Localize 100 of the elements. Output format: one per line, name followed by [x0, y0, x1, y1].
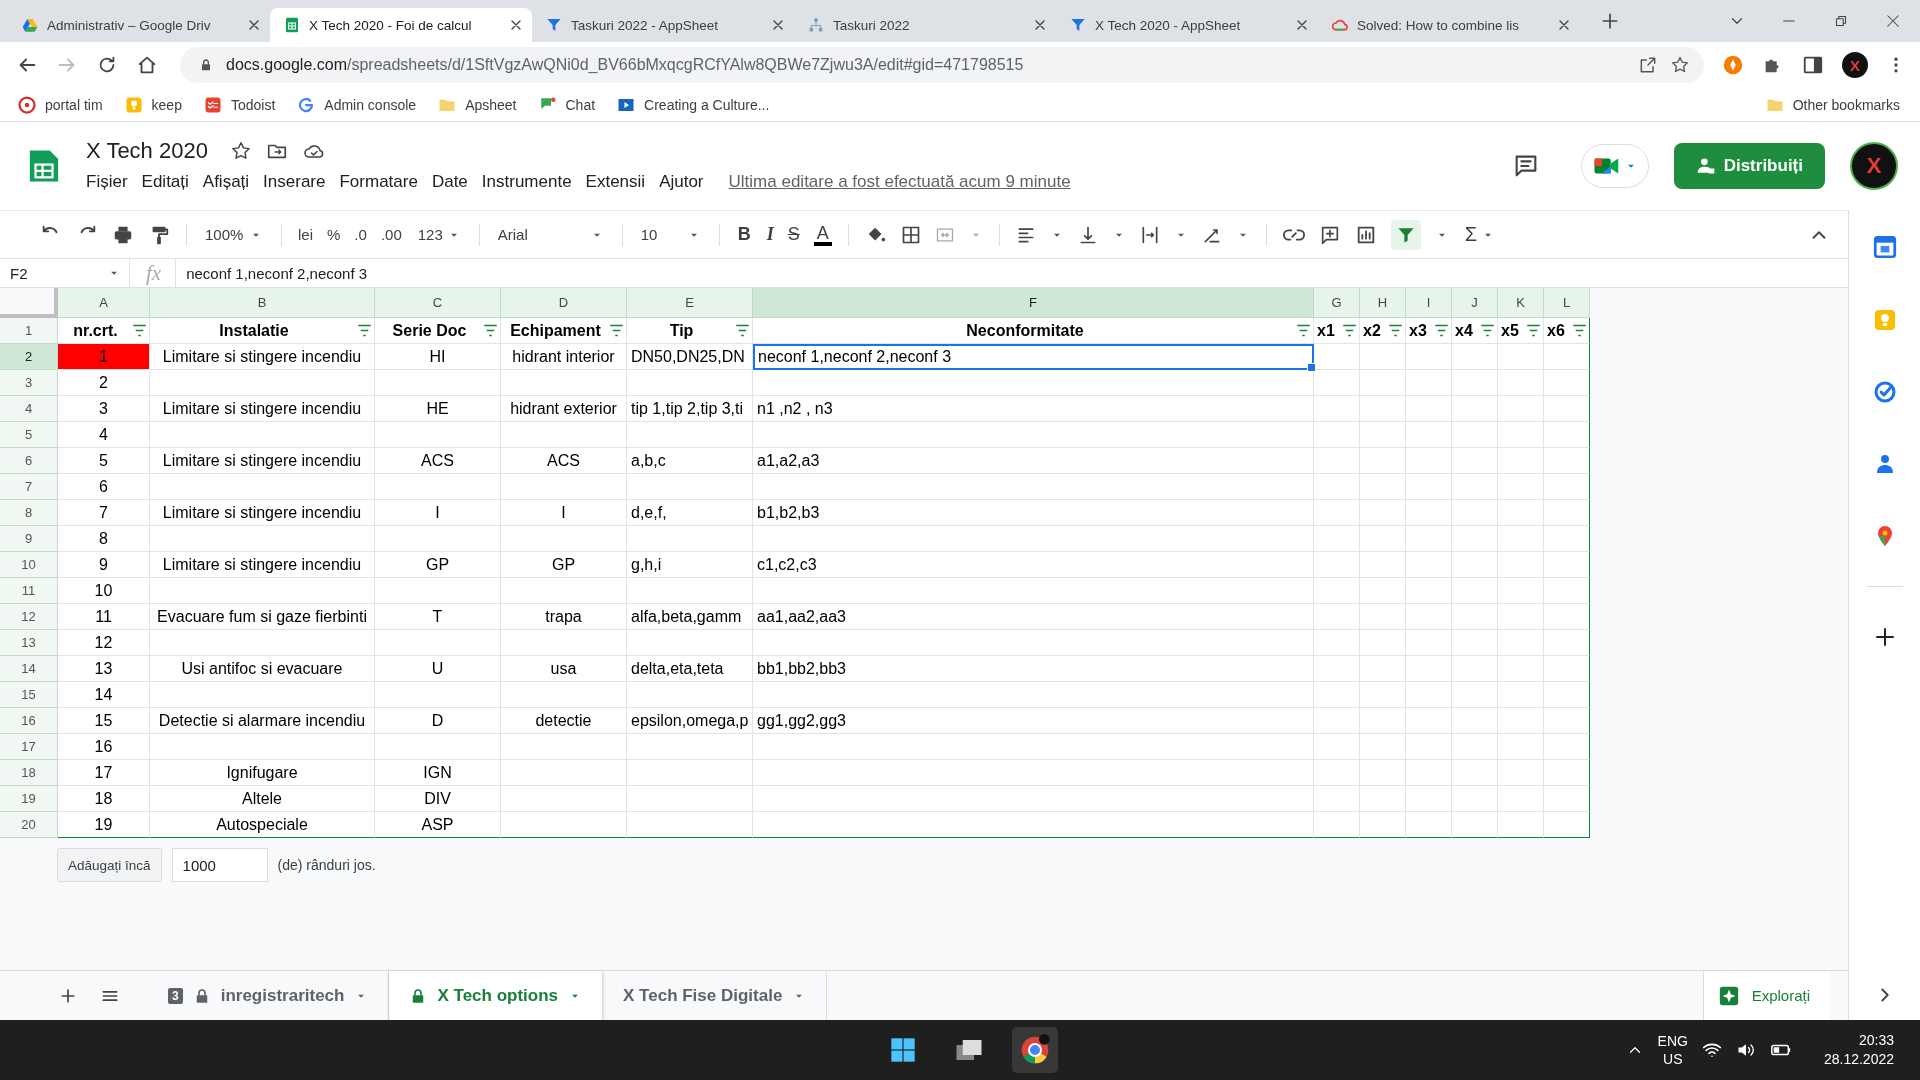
windows-logo-icon[interactable] [889, 1036, 917, 1064]
column-header[interactable]: I [1406, 288, 1452, 318]
menu-item[interactable]: Ajutor [652, 170, 711, 194]
home-icon[interactable] [136, 54, 158, 76]
column-header[interactable]: H [1360, 288, 1406, 318]
menu-item[interactable]: Instrumente [474, 170, 579, 194]
share-icon[interactable] [1638, 55, 1658, 75]
star-icon[interactable] [229, 140, 252, 162]
filter-icon[interactable] [483, 323, 498, 338]
number-format-select[interactable]: 123 [415, 224, 463, 245]
star-icon[interactable] [1670, 55, 1690, 75]
column-header[interactable]: F [753, 288, 1314, 318]
filter-icon[interactable] [609, 323, 624, 338]
filter-icon[interactable] [735, 323, 750, 338]
row-number[interactable]: 10 [0, 552, 58, 578]
row-number[interactable]: 1 [0, 318, 58, 344]
column-header[interactable]: E [627, 288, 753, 318]
share-button[interactable]: Distribuiți [1673, 143, 1825, 189]
browser-tab[interactable]: Taskuri 2022 [794, 8, 1056, 42]
explore-button[interactable]: Explorați [1702, 971, 1830, 1020]
account-avatar[interactable]: X [1850, 142, 1898, 190]
sheet-tab[interactable]: X Tech options [389, 971, 604, 1020]
browser-tab[interactable]: Taskuri 2022 - AppSheet [532, 8, 794, 42]
menu-item[interactable]: Date [424, 170, 475, 194]
filter-icon[interactable] [1480, 323, 1495, 338]
fill-handle[interactable] [1307, 363, 1316, 372]
filter-icon[interactable] [1526, 323, 1541, 338]
last-edit-link[interactable]: Ultima editare a fost efectuată acum 9 minute [728, 172, 1071, 192]
bookmark[interactable]: Admin console [297, 95, 417, 114]
row-number[interactable]: 19 [0, 786, 58, 812]
column-header[interactable]: D [501, 288, 627, 318]
address-bar[interactable]: docs.google.com/spreadsheets/d/1SftVgzAwQNi0d_BV66bMxqcgRCfYAlw8QBWe7Zjwu3A/edit#gid=471798515 [180, 47, 1704, 83]
percent-button[interactable]: % [327, 226, 341, 243]
filter-button[interactable] [1390, 219, 1421, 250]
bookmark[interactable]: Apsheet [438, 95, 517, 114]
row-number[interactable]: 5 [0, 422, 58, 448]
check-circle-icon[interactable] [1872, 380, 1897, 404]
bookmark[interactable]: portal tim [18, 95, 103, 114]
column-header[interactable]: A [58, 288, 150, 318]
browser-tab[interactable]: Administrativ – Google Driv [8, 8, 270, 42]
row-number[interactable]: 2 [0, 344, 58, 370]
menu-item[interactable]: Extensii [578, 170, 653, 194]
borders-icon[interactable] [900, 224, 921, 245]
menu-item[interactable]: Fișier [86, 170, 135, 194]
profile-avatar[interactable]: X [1842, 52, 1868, 78]
row-number[interactable]: 17 [0, 734, 58, 760]
browser-tab[interactable]: X Tech 2020 - AppSheet [1056, 8, 1318, 42]
bookmark[interactable]: Chat [538, 95, 596, 114]
browser-logo-icon[interactable] [1019, 1034, 1051, 1066]
browser-tab[interactable]: X Tech 2020 - Foi de calcul [270, 8, 532, 42]
italic-button[interactable]: I [766, 224, 774, 245]
row-number[interactable]: 8 [0, 500, 58, 526]
column-header[interactable]: J [1452, 288, 1498, 318]
calendar-icon[interactable] [1871, 234, 1898, 260]
column-header[interactable]: L [1544, 288, 1590, 318]
filter-icon[interactable] [1296, 323, 1311, 338]
functions-button[interactable]: Σ [1462, 221, 1498, 248]
close-icon[interactable] [1884, 12, 1902, 30]
selected-cell[interactable]: neconf 1,neconf 2,neconf 3 [753, 344, 1314, 370]
bookmark[interactable]: Todoist [203, 95, 276, 114]
column-header[interactable]: G [1314, 288, 1360, 318]
menu-item[interactable]: Editați [134, 170, 196, 194]
add-rows-button[interactable]: Adăugați încă [57, 848, 162, 882]
menu-item[interactable]: Afișați [195, 170, 257, 194]
row-number[interactable]: 16 [0, 708, 58, 734]
row-number[interactable]: 13 [0, 630, 58, 656]
row-number[interactable]: 12 [0, 604, 58, 630]
row-number[interactable]: 15 [0, 682, 58, 708]
row-number[interactable]: 4 [0, 396, 58, 422]
font-size-select[interactable]: 10 [638, 224, 703, 245]
browser-tab[interactable]: Solved: How to combine lis [1318, 8, 1580, 42]
rows-count-field[interactable]: 1000 [171, 848, 268, 882]
currency-button[interactable]: lei [298, 226, 313, 243]
row-number[interactable]: 6 [0, 448, 58, 474]
increase-decimals-button[interactable]: .00 [380, 226, 402, 243]
filter-icon[interactable] [1572, 323, 1587, 338]
menu-item[interactable]: Inserare [256, 170, 333, 194]
row-number[interactable]: 7 [0, 474, 58, 500]
decrease-decimals-button[interactable]: .0 [354, 226, 367, 243]
formula-input[interactable]: neconf 1,neconf 2,neconf 3 [176, 264, 368, 282]
filter-icon[interactable] [1434, 323, 1449, 338]
row-number[interactable]: 18 [0, 760, 58, 786]
language-indicator[interactable]: ENG US [1657, 1032, 1688, 1068]
zoom-select[interactable]: 100% [203, 224, 265, 245]
column-header[interactable]: B [150, 288, 375, 318]
row-number[interactable]: 11 [0, 578, 58, 604]
document-title[interactable]: X Tech 2020 [86, 138, 208, 164]
column-header[interactable]: C [375, 288, 501, 318]
side-panel-icon[interactable] [1802, 54, 1824, 76]
bookmark[interactable]: Other bookmarks [1765, 95, 1900, 114]
filter-icon[interactable] [1388, 323, 1403, 338]
row-number[interactable]: 20 [0, 812, 58, 838]
row-number[interactable]: 3 [0, 370, 58, 396]
column-header[interactable]: K [1498, 288, 1544, 318]
filter-icon[interactable] [1342, 323, 1357, 338]
bookmark[interactable]: keep [124, 95, 182, 114]
bookmark[interactable]: Creating a Culture... [617, 95, 770, 114]
menu-item[interactable]: Formatare [332, 170, 425, 194]
filter-icon[interactable] [357, 323, 372, 338]
row-number[interactable]: 14 [0, 656, 58, 682]
